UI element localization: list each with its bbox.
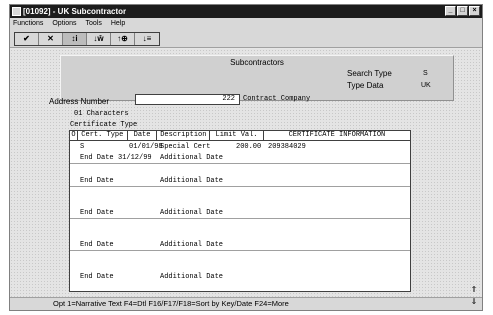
cancel-button[interactable]: ✕ xyxy=(39,33,63,45)
scroll-down-icon[interactable]: ⇓ xyxy=(469,297,479,307)
end-date-label: End Date xyxy=(80,154,114,162)
end-date-label: End Date xyxy=(80,209,114,217)
certificate-grid: O Cert. Type Date Description Limit Val.… xyxy=(69,130,411,292)
menu-options[interactable]: Options xyxy=(52,18,76,29)
additional-date-label: Additional Date xyxy=(160,273,224,281)
form-area: Subcontractors Search Type S Type Data U… xyxy=(10,49,482,297)
window-title: [01092] - UK Subcontractor xyxy=(23,7,127,16)
close-icon[interactable]: × xyxy=(469,6,480,16)
end-date-label: End Date xyxy=(80,241,114,249)
end-date-label: End Date xyxy=(80,177,114,185)
address-number-input[interactable]: 222 xyxy=(135,94,240,105)
column-header-description[interactable]: Description xyxy=(157,131,211,140)
minimize-icon[interactable]: _ xyxy=(445,6,456,16)
cell-limit: 200.00 xyxy=(236,143,262,151)
function-key-legend: Opt 1=Narrative Text F4=Dtl F16/F17/F18=… xyxy=(53,299,289,308)
column-header-cert-type[interactable]: Cert. Type xyxy=(78,131,128,140)
column-header-date[interactable]: Date xyxy=(128,131,158,140)
table-row[interactable]: End Date Additional Date xyxy=(70,165,410,187)
inquire-button[interactable]: ↕i xyxy=(63,33,87,45)
system-menu-icon[interactable] xyxy=(12,7,21,16)
address-description: Contract Company xyxy=(243,95,311,103)
grid-header: O Cert. Type Date Description Limit Val.… xyxy=(70,131,410,141)
delete-button[interactable]: ↓≡ xyxy=(135,33,159,45)
end-date-value: 31/12/99 xyxy=(118,154,152,162)
search-type-label: Search Type xyxy=(347,69,392,78)
scroll-up-icon[interactable]: ⇑ xyxy=(469,285,479,295)
additional-date-label: Additional Date xyxy=(160,154,224,162)
column-header-certificate-info[interactable]: CERTIFICATE INFORMATION xyxy=(264,131,410,140)
application-window: [01092] - UK Subcontractor _ □ × Functio… xyxy=(9,4,483,311)
cell-date: 01/01/98 xyxy=(129,143,163,151)
type-data-label: Type Data xyxy=(347,81,384,90)
menu-help[interactable]: Help xyxy=(111,18,125,29)
characters-label: 01 Characters xyxy=(74,110,129,118)
title-bar: [01092] - UK Subcontractor _ □ × xyxy=(10,5,482,18)
certificate-type-label: Certificate Type xyxy=(70,121,138,129)
table-row[interactable]: S 01/01/98 Special Cert 200.00 209384029… xyxy=(70,142,410,164)
panel-title: Subcontractors xyxy=(230,58,284,67)
maximize-icon[interactable]: □ xyxy=(457,6,468,16)
search-type-value: S xyxy=(423,70,428,77)
type-data-value: UK xyxy=(421,82,431,89)
toolbar: ✔ ✕ ↕i ↓ŵ ↑⊕ ↓≡ xyxy=(10,29,482,48)
change-button[interactable]: ↑⊕ xyxy=(111,33,135,45)
table-row[interactable]: End Date Additional Date xyxy=(70,197,410,219)
menu-functions[interactable]: Functions xyxy=(13,18,43,29)
column-header-limit[interactable]: Limit Val. xyxy=(210,131,264,140)
table-row[interactable]: End Date Additional Date xyxy=(70,261,410,283)
column-header-option[interactable]: O xyxy=(70,131,78,140)
menu-bar: Functions Options Tools Help xyxy=(10,18,482,29)
additional-date-label: Additional Date xyxy=(160,177,224,185)
status-bar: Opt 1=Narrative Text F4=Dtl F16/F17/F18=… xyxy=(10,297,482,310)
additional-date-label: Additional Date xyxy=(160,209,224,217)
ok-button[interactable]: ✔ xyxy=(15,33,39,45)
end-date-label: End Date xyxy=(80,273,114,281)
add-button[interactable]: ↓ŵ xyxy=(87,33,111,45)
cell-info: 209384029 xyxy=(268,143,306,151)
address-number-label: Address Number xyxy=(49,97,110,106)
table-row[interactable]: End Date Additional Date xyxy=(70,229,410,251)
cell-cert-type: S xyxy=(80,143,85,151)
cell-description: Special Cert xyxy=(160,143,211,151)
additional-date-label: Additional Date xyxy=(160,241,224,249)
menu-tools[interactable]: Tools xyxy=(85,18,101,29)
